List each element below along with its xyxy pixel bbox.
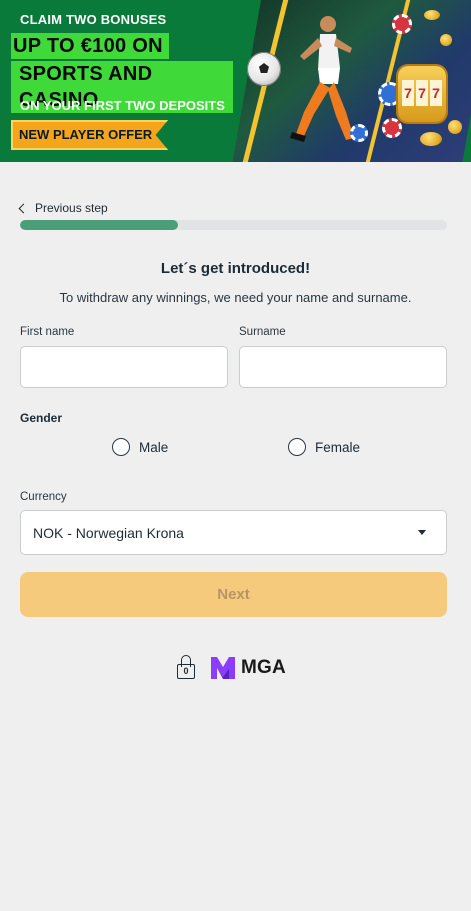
first-name-label: First name — [20, 326, 75, 338]
mga-logo[interactable]: MGA — [210, 655, 286, 681]
gender-option-label: Male — [139, 439, 169, 455]
previous-step-label: Previous step — [35, 201, 108, 215]
currency-label: Currency — [20, 491, 67, 503]
slot-machine-icon: 7 7 7 — [398, 66, 446, 122]
banner-headline-line1: UP TO €100 ON — [11, 33, 169, 59]
coin-icon — [424, 10, 440, 20]
mga-logo-icon — [211, 657, 235, 679]
promo-banner[interactable]: CLAIM TWO BONUSES UP TO €100 ON SPORTS A… — [0, 0, 471, 162]
gender-option-label: Female — [315, 439, 361, 455]
radio-button[interactable] — [112, 438, 130, 456]
age-lock-icon: 0 — [176, 655, 196, 681]
radio-button[interactable] — [288, 438, 306, 456]
coin-icon — [440, 34, 452, 46]
casino-chip-icon — [350, 124, 368, 142]
mga-logo-text: MGA — [241, 657, 286, 678]
banner-sub-text: ON YOUR FIRST TWO DEPOSITS — [20, 98, 225, 113]
lock-digit: 0 — [177, 664, 195, 679]
previous-step-link[interactable]: Previous step — [18, 201, 108, 215]
soccer-player-illustration — [290, 16, 354, 142]
banner-claim-text: CLAIM TWO BONUSES — [20, 12, 167, 27]
coin-icon — [448, 120, 462, 134]
page-title: Let´s get introduced! — [160, 260, 311, 277]
gender-radio-male[interactable]: Male — [112, 438, 168, 456]
casino-chip-icon — [382, 118, 402, 138]
surname-field[interactable] — [239, 346, 447, 388]
gender-label: Gender — [20, 411, 63, 425]
coin-icon — [420, 132, 442, 146]
gender-radio-female[interactable]: Female — [288, 438, 360, 456]
progress-bar-fill — [20, 220, 178, 230]
currency-selected-value: NOK - Norwegian Krona — [33, 524, 184, 541]
new-player-offer-badge: NEW PLAYER OFFER — [11, 120, 169, 150]
casino-chip-icon — [392, 14, 412, 34]
currency-select[interactable]: NOK - Norwegian Krona — [20, 510, 447, 555]
page-subtitle: To withdraw any winnings, we need your n… — [59, 290, 412, 305]
trust-badges: 0 MGA — [176, 654, 286, 682]
caret-down-icon — [418, 530, 426, 535]
chevron-left-icon — [18, 203, 29, 213]
soccer-ball-icon — [247, 52, 281, 86]
first-name-field[interactable] — [20, 346, 228, 388]
surname-label: Surname — [239, 326, 286, 338]
next-button[interactable]: Next — [20, 572, 447, 617]
progress-bar — [20, 220, 447, 230]
